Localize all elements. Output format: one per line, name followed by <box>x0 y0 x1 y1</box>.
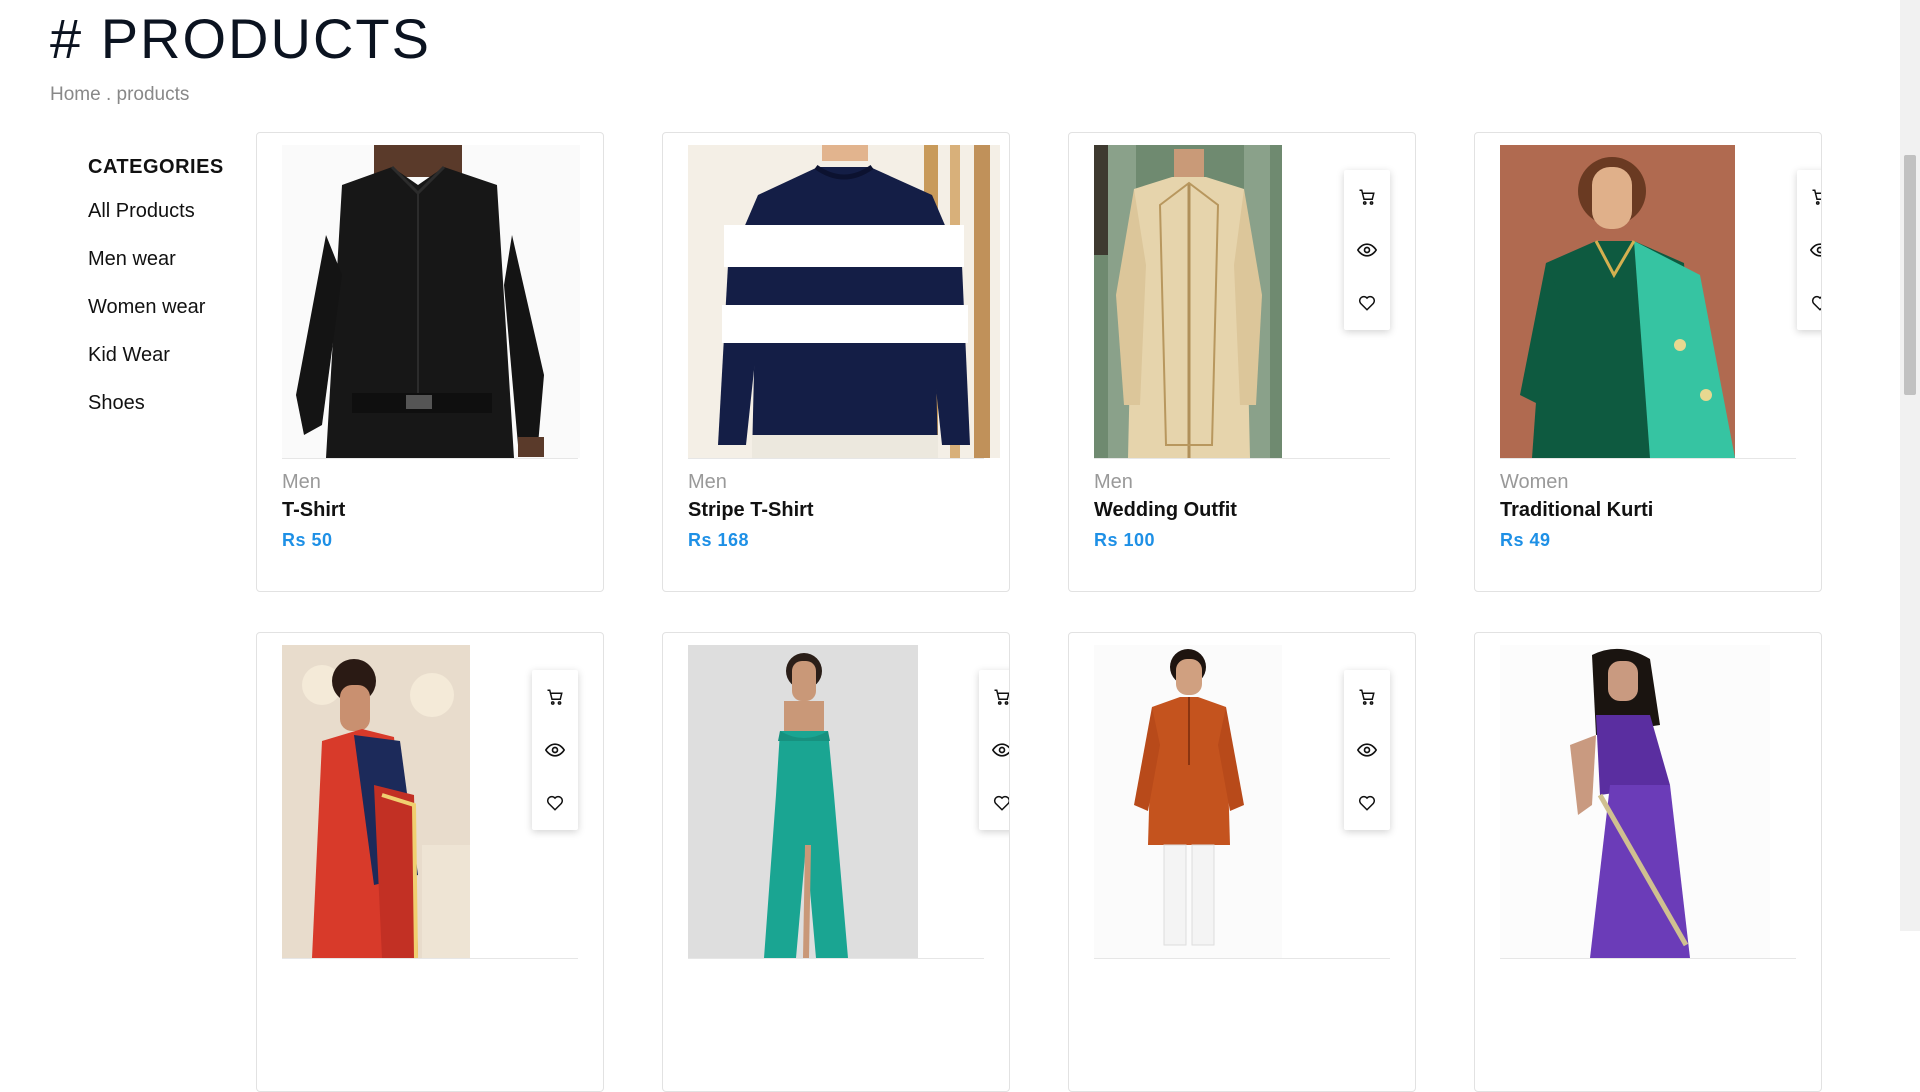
add-to-cart-button[interactable] <box>1797 170 1821 223</box>
categories-sidebar: CATEGORIES All Products Men wear Women w… <box>88 156 248 439</box>
cart-icon <box>547 689 563 705</box>
page-title: # PRODUCTS <box>50 7 431 70</box>
card-divider <box>282 458 578 459</box>
add-to-cart-button[interactable] <box>979 670 1009 723</box>
product-category: Men <box>282 471 321 493</box>
product-card[interactable] <box>662 632 1010 1092</box>
product-price: Rs 100 <box>1094 530 1156 550</box>
product-image-black-shirt[interactable] <box>282 145 580 458</box>
eye-icon <box>1810 242 1821 257</box>
heart-icon <box>546 795 564 811</box>
quick-view-button[interactable] <box>1797 223 1821 276</box>
category-kid-wear[interactable]: Kid Wear <box>88 343 248 391</box>
product-name[interactable]: Wedding Outfit <box>1094 499 1237 522</box>
heart-icon <box>1358 795 1376 811</box>
product-actions <box>1344 670 1390 830</box>
eye-icon <box>1357 742 1377 757</box>
vertical-scrollbar[interactable] <box>1900 0 1920 931</box>
product-category: Men <box>1094 471 1133 493</box>
product-actions <box>532 670 578 830</box>
product-price: Rs 49 <box>1500 530 1551 550</box>
category-men-wear[interactable]: Men wear <box>88 247 248 295</box>
heart-icon <box>993 795 1009 811</box>
product-image-traditional-kurti[interactable] <box>1500 145 1735 458</box>
quick-view-button[interactable] <box>1344 723 1390 776</box>
product-card[interactable] <box>1474 632 1822 1092</box>
product-card[interactable] <box>1068 632 1416 1092</box>
add-to-cart-button[interactable] <box>1344 670 1390 723</box>
heart-icon <box>1811 295 1821 311</box>
product-actions <box>979 670 1009 830</box>
card-divider <box>1094 458 1390 459</box>
add-to-wishlist-button[interactable] <box>1344 276 1390 329</box>
product-price: Rs 50 <box>282 530 333 550</box>
breadcrumb-home-link[interactable]: Home <box>50 84 101 105</box>
product-card[interactable]: Women Traditional Kurti Rs 49 <box>1474 132 1822 592</box>
cart-icon <box>1359 689 1375 705</box>
card-divider <box>282 958 578 959</box>
categories-heading: CATEGORIES <box>88 156 224 178</box>
quick-view-button[interactable] <box>532 723 578 776</box>
add-to-wishlist-button[interactable] <box>532 776 578 829</box>
add-to-wishlist-button[interactable] <box>979 776 1009 829</box>
product-name[interactable]: Stripe T-Shirt <box>688 499 814 522</box>
card-divider <box>1500 958 1796 959</box>
add-to-wishlist-button[interactable] <box>1797 276 1821 329</box>
breadcrumb-separator: . <box>105 84 112 105</box>
eye-icon <box>1357 242 1377 257</box>
product-image-saree[interactable] <box>282 645 470 958</box>
cart-icon <box>994 689 1009 705</box>
product-card[interactable]: Men Stripe T-Shirt Rs 168 <box>662 132 1010 592</box>
cart-icon <box>1359 189 1375 205</box>
add-to-cart-button[interactable] <box>532 670 578 723</box>
card-divider <box>1094 958 1390 959</box>
product-card[interactable] <box>256 632 604 1092</box>
quick-view-button[interactable] <box>1344 223 1390 276</box>
breadcrumb: Home . products <box>50 84 189 106</box>
card-divider <box>688 958 984 959</box>
category-women-wear[interactable]: Women wear <box>88 295 248 343</box>
product-actions <box>1797 170 1821 330</box>
cart-icon <box>1812 189 1821 205</box>
category-shoes[interactable]: Shoes <box>88 391 248 439</box>
category-all-products[interactable]: All Products <box>88 199 248 247</box>
quick-view-button[interactable] <box>979 723 1009 776</box>
categories-list: All Products Men wear Women wear Kid Wea… <box>88 199 248 439</box>
product-name[interactable]: Traditional Kurti <box>1500 499 1653 522</box>
product-image-kids-saree[interactable] <box>1500 645 1770 958</box>
card-divider <box>1500 458 1796 459</box>
product-image-wedding-outfit[interactable] <box>1094 145 1282 458</box>
product-name[interactable]: T-Shirt <box>282 499 345 522</box>
heart-icon <box>1358 295 1376 311</box>
eye-icon <box>992 742 1009 757</box>
product-image-kids-kurta[interactable] <box>1094 645 1282 958</box>
product-price: Rs 168 <box>688 530 750 550</box>
product-category: Women <box>1500 471 1569 493</box>
product-image-stripe-tshirt[interactable] <box>688 145 1000 458</box>
breadcrumb-current: products <box>116 84 190 105</box>
eye-icon <box>545 742 565 757</box>
scrollbar-thumb[interactable] <box>1904 155 1916 395</box>
product-category: Men <box>688 471 727 493</box>
product-actions <box>1344 170 1390 330</box>
add-to-wishlist-button[interactable] <box>1344 776 1390 829</box>
product-card[interactable]: Men Wedding Outfit Rs 100 <box>1068 132 1416 592</box>
product-image-jumpsuit[interactable] <box>688 645 918 958</box>
product-card[interactable]: Men T-Shirt Rs 50 <box>256 132 604 592</box>
card-divider <box>688 458 984 459</box>
add-to-cart-button[interactable] <box>1344 170 1390 223</box>
